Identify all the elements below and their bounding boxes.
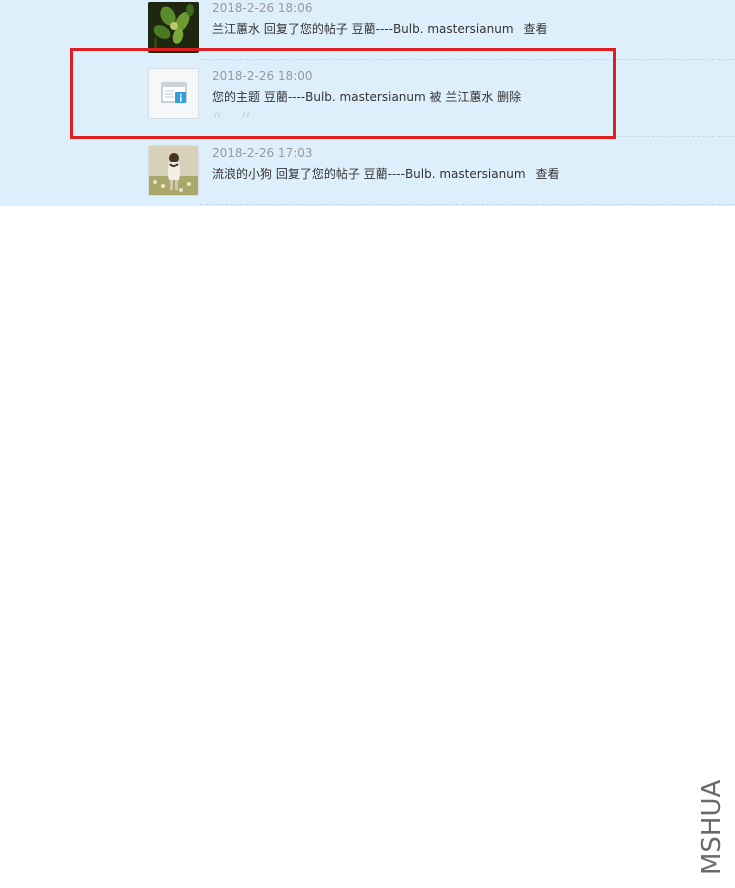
divider — [200, 204, 735, 205]
notice-time: 2018-2-26 18:06 — [212, 1, 313, 15]
view-button[interactable]: 查看 — [536, 167, 560, 181]
notice-message: 流浪的小狗 回复了您的帖子 豆藺----Bulb. mastersianum — [212, 167, 526, 181]
person-photo-avatar[interactable] — [148, 145, 199, 196]
highlight-box — [70, 48, 616, 139]
view-button[interactable]: 查看 — [524, 22, 548, 36]
watermark-text: MSHUA — [697, 779, 727, 875]
notice-text: 兰江蕙水 回复了您的帖子 豆藺----Bulb. mastersianum 查看 — [212, 20, 548, 37]
watermark: MSHUA — [696, 775, 728, 875]
notice-item: 2018-2-26 17:03 流浪的小狗 回复了您的帖子 豆藺----Bulb… — [0, 137, 735, 206]
notice-time: 2018-2-26 17:03 — [212, 146, 313, 160]
orchid-photo-icon — [148, 2, 199, 48]
person-photo-icon — [149, 146, 198, 195]
orchid-photo-avatar[interactable] — [148, 2, 199, 53]
notice-message: 兰江蕙水 回复了您的帖子 豆藺----Bulb. mastersianum — [212, 22, 514, 36]
notice-text: 流浪的小狗 回复了您的帖子 豆藺----Bulb. mastersianum 查看 — [212, 165, 560, 182]
